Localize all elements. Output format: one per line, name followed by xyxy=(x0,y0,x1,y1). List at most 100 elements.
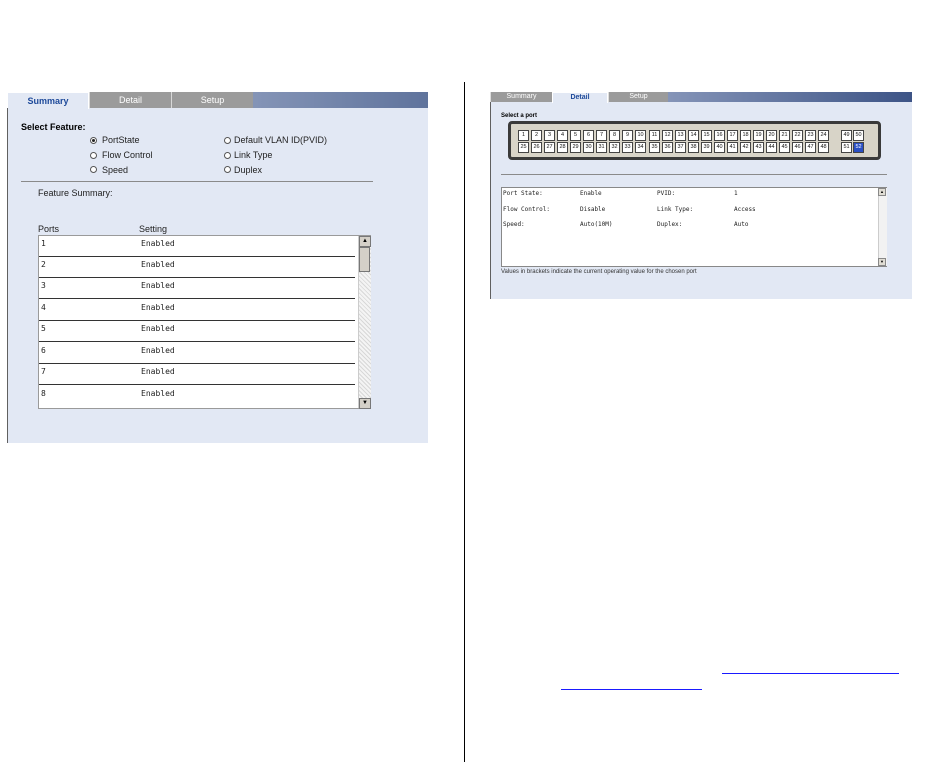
port-button-4[interactable]: 4 xyxy=(557,130,568,141)
port-button-40[interactable]: 40 xyxy=(714,142,725,153)
radio-link-type[interactable] xyxy=(224,152,231,159)
footnote: Values in brackets indicate the current … xyxy=(501,269,697,275)
port-button-23[interactable]: 23 xyxy=(805,130,816,141)
tab-detail[interactable]: Detail xyxy=(89,92,171,108)
tab-summary[interactable]: Summary xyxy=(490,92,552,102)
scroll-up-icon[interactable]: ▲ xyxy=(878,188,886,196)
port-button-12[interactable]: 12 xyxy=(662,130,673,141)
port-button-38[interactable]: 38 xyxy=(688,142,699,153)
port-button-21[interactable]: 21 xyxy=(779,130,790,141)
port-button-8[interactable]: 8 xyxy=(609,130,620,141)
row-setting: Enabled xyxy=(141,303,175,312)
port-button-49[interactable]: 49 xyxy=(841,130,852,141)
row-port: 5 xyxy=(41,324,46,333)
port-button-13[interactable]: 13 xyxy=(675,130,686,141)
table-row[interactable]: 3 Enabled xyxy=(39,278,355,299)
hyperlink-underline[interactable] xyxy=(561,689,702,690)
port-button-20[interactable]: 20 xyxy=(766,130,777,141)
port-button-2[interactable]: 2 xyxy=(531,130,542,141)
port-button-15[interactable]: 15 xyxy=(701,130,712,141)
port-button-37[interactable]: 37 xyxy=(675,142,686,153)
port-state-label: Port State: xyxy=(503,190,543,197)
port-button-52[interactable]: 52 xyxy=(853,142,864,153)
tab-setup[interactable]: Setup xyxy=(608,92,668,102)
flow-control-value: Disable xyxy=(580,206,606,213)
row-port: 2 xyxy=(41,260,46,269)
port-button-29[interactable]: 29 xyxy=(570,142,581,153)
table-row[interactable]: 2 Enabled xyxy=(39,257,355,278)
port-button-50[interactable]: 50 xyxy=(853,130,864,141)
radio-duplex[interactable] xyxy=(224,166,231,173)
port-button-26[interactable]: 26 xyxy=(531,142,542,153)
port-button-7[interactable]: 7 xyxy=(596,130,607,141)
hyperlink-underline[interactable] xyxy=(722,673,899,674)
port-button-33[interactable]: 33 xyxy=(622,142,633,153)
port-button-5[interactable]: 5 xyxy=(570,130,581,141)
section-divider xyxy=(21,181,373,182)
detail-scrollbar[interactable] xyxy=(878,188,887,266)
port-button-25[interactable]: 25 xyxy=(518,142,529,153)
tab-setup[interactable]: Setup xyxy=(171,92,253,108)
port-button-34[interactable]: 34 xyxy=(635,142,646,153)
radio-default-vlan-label: Default VLAN ID(PVID) xyxy=(234,135,328,145)
port-button-27[interactable]: 27 xyxy=(544,142,555,153)
row-setting: Enabled xyxy=(141,239,175,248)
tab-summary[interactable]: Summary xyxy=(7,92,89,109)
duplex-value: Auto xyxy=(734,221,749,228)
port-button-44[interactable]: 44 xyxy=(766,142,777,153)
port-button-24[interactable]: 24 xyxy=(818,130,829,141)
port-button-43[interactable]: 43 xyxy=(753,142,764,153)
port-button-30[interactable]: 30 xyxy=(583,142,594,153)
port-button-17[interactable]: 17 xyxy=(727,130,738,141)
table-row[interactable]: 5 Enabled xyxy=(39,321,355,342)
row-port: 4 xyxy=(41,303,46,312)
radio-default-vlan[interactable] xyxy=(224,137,231,144)
port-button-6[interactable]: 6 xyxy=(583,130,594,141)
tab-detail[interactable]: Detail xyxy=(552,92,608,103)
port-button-9[interactable]: 9 xyxy=(622,130,633,141)
port-button-51[interactable]: 51 xyxy=(841,142,852,153)
section-divider xyxy=(501,174,887,175)
port-button-11[interactable]: 11 xyxy=(649,130,660,141)
port-button-39[interactable]: 39 xyxy=(701,142,712,153)
page-divider xyxy=(464,82,465,762)
radio-link-type-label: Link Type xyxy=(234,150,273,160)
table-row[interactable]: 6 Enabled xyxy=(39,343,355,364)
port-button-35[interactable]: 35 xyxy=(649,142,660,153)
scroll-up-icon[interactable]: ▲ xyxy=(359,236,371,247)
table-row[interactable]: 7 Enabled xyxy=(39,364,355,385)
port-button-41[interactable]: 41 xyxy=(727,142,738,153)
table-row[interactable]: 8 Enabled xyxy=(39,386,355,407)
port-button-1[interactable]: 1 xyxy=(518,130,529,141)
port-button-3[interactable]: 3 xyxy=(544,130,555,141)
port-button-42[interactable]: 42 xyxy=(740,142,751,153)
port-button-36[interactable]: 36 xyxy=(662,142,673,153)
scroll-thumb[interactable] xyxy=(359,247,370,272)
port-button-32[interactable]: 32 xyxy=(609,142,620,153)
port-button-28[interactable]: 28 xyxy=(557,142,568,153)
radio-flow-control[interactable] xyxy=(90,152,97,159)
port-button-19[interactable]: 19 xyxy=(753,130,764,141)
scroll-down-icon[interactable]: ▼ xyxy=(359,398,371,409)
port-button-14[interactable]: 14 xyxy=(688,130,699,141)
port-button-47[interactable]: 47 xyxy=(805,142,816,153)
table-row[interactable]: 1 Enabled xyxy=(39,236,355,257)
port-button-18[interactable]: 18 xyxy=(740,130,751,141)
table-row[interactable]: 4 Enabled xyxy=(39,300,355,321)
port-button-48[interactable]: 48 xyxy=(818,142,829,153)
port-button-10[interactable]: 10 xyxy=(635,130,646,141)
scroll-down-icon[interactable]: ▼ xyxy=(878,258,886,266)
radio-speed[interactable] xyxy=(90,166,97,173)
select-feature-label: Select Feature: xyxy=(21,122,86,132)
row-setting: Enabled xyxy=(141,367,175,376)
radio-portstate[interactable] xyxy=(90,137,97,144)
row-setting: Enabled xyxy=(141,324,175,333)
port-button-22[interactable]: 22 xyxy=(792,130,803,141)
port-button-31[interactable]: 31 xyxy=(596,142,607,153)
port-button-16[interactable]: 16 xyxy=(714,130,725,141)
port-button-45[interactable]: 45 xyxy=(779,142,790,153)
radio-portstate-label: PortState xyxy=(102,135,140,145)
port-button-46[interactable]: 46 xyxy=(792,142,803,153)
row-port: 7 xyxy=(41,367,46,376)
flow-control-label: Flow Control: xyxy=(503,206,550,213)
